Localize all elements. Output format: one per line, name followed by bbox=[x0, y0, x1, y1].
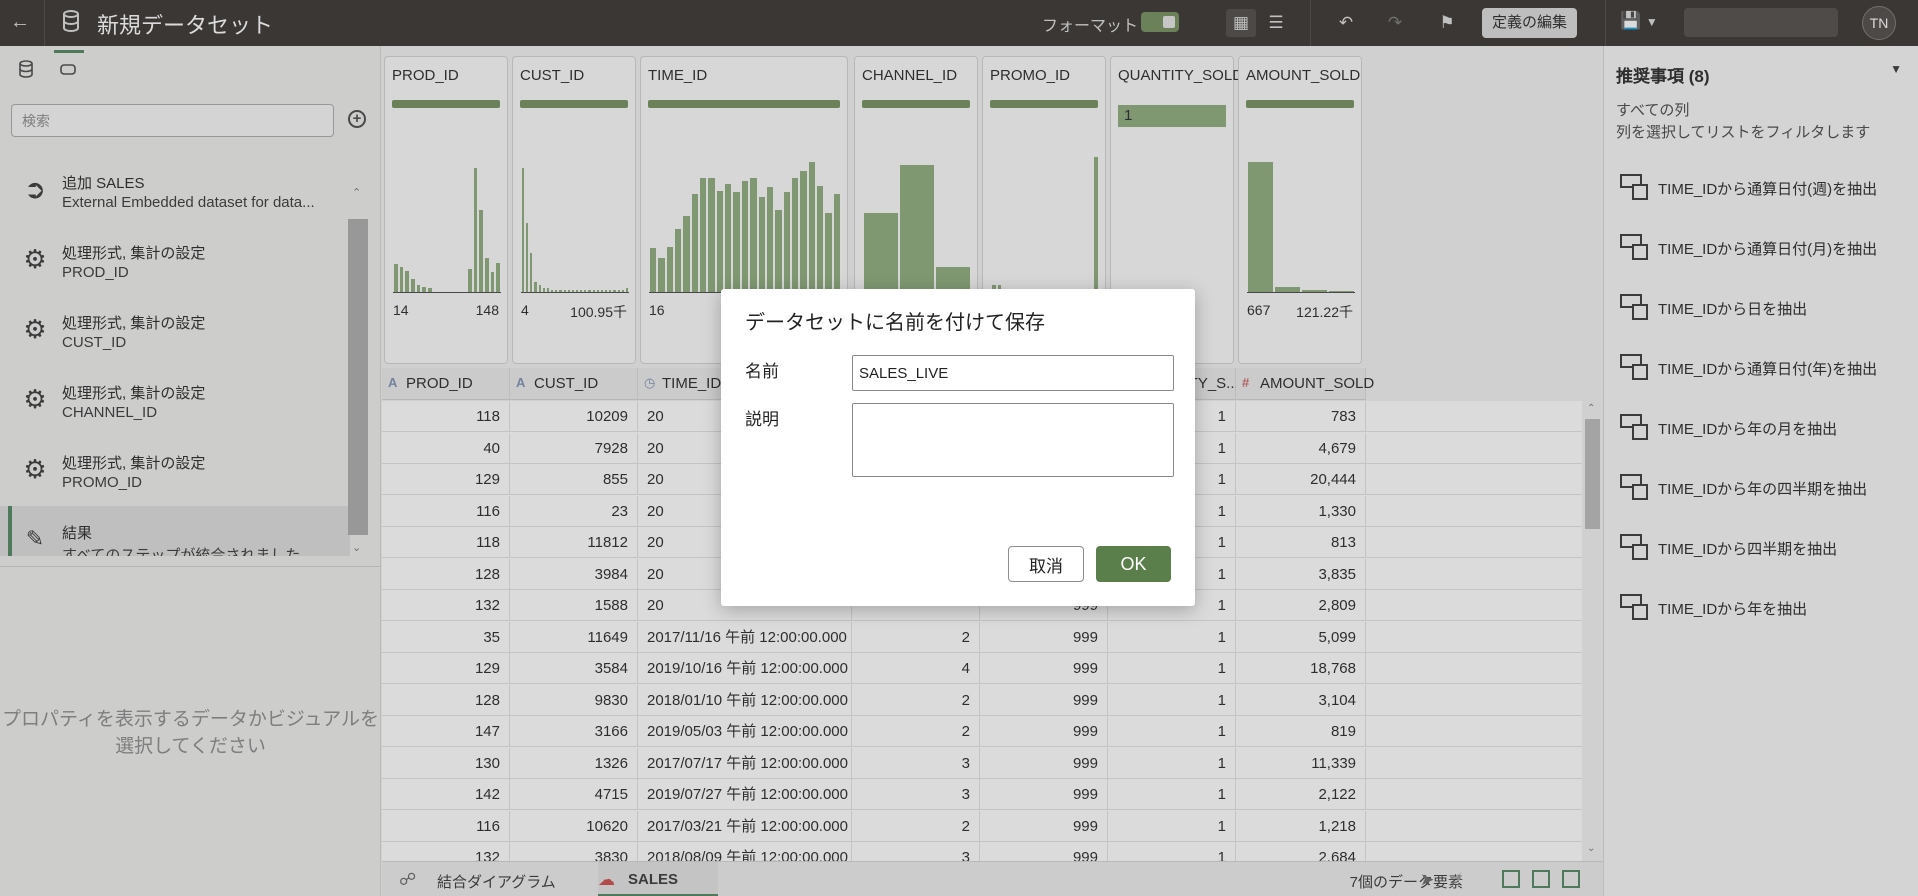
description-field[interactable] bbox=[852, 403, 1174, 477]
save-dataset-dialog: データセットに名前を付けて保存 名前 説明 取消 OK bbox=[721, 289, 1195, 606]
ok-button[interactable]: OK bbox=[1096, 546, 1171, 582]
name-field[interactable] bbox=[852, 355, 1174, 391]
name-label: 名前 bbox=[745, 362, 779, 381]
dialog-title: データセットに名前を付けて保存 bbox=[745, 312, 1045, 334]
cancel-button[interactable]: 取消 bbox=[1008, 546, 1084, 582]
description-label: 説明 bbox=[745, 410, 779, 429]
